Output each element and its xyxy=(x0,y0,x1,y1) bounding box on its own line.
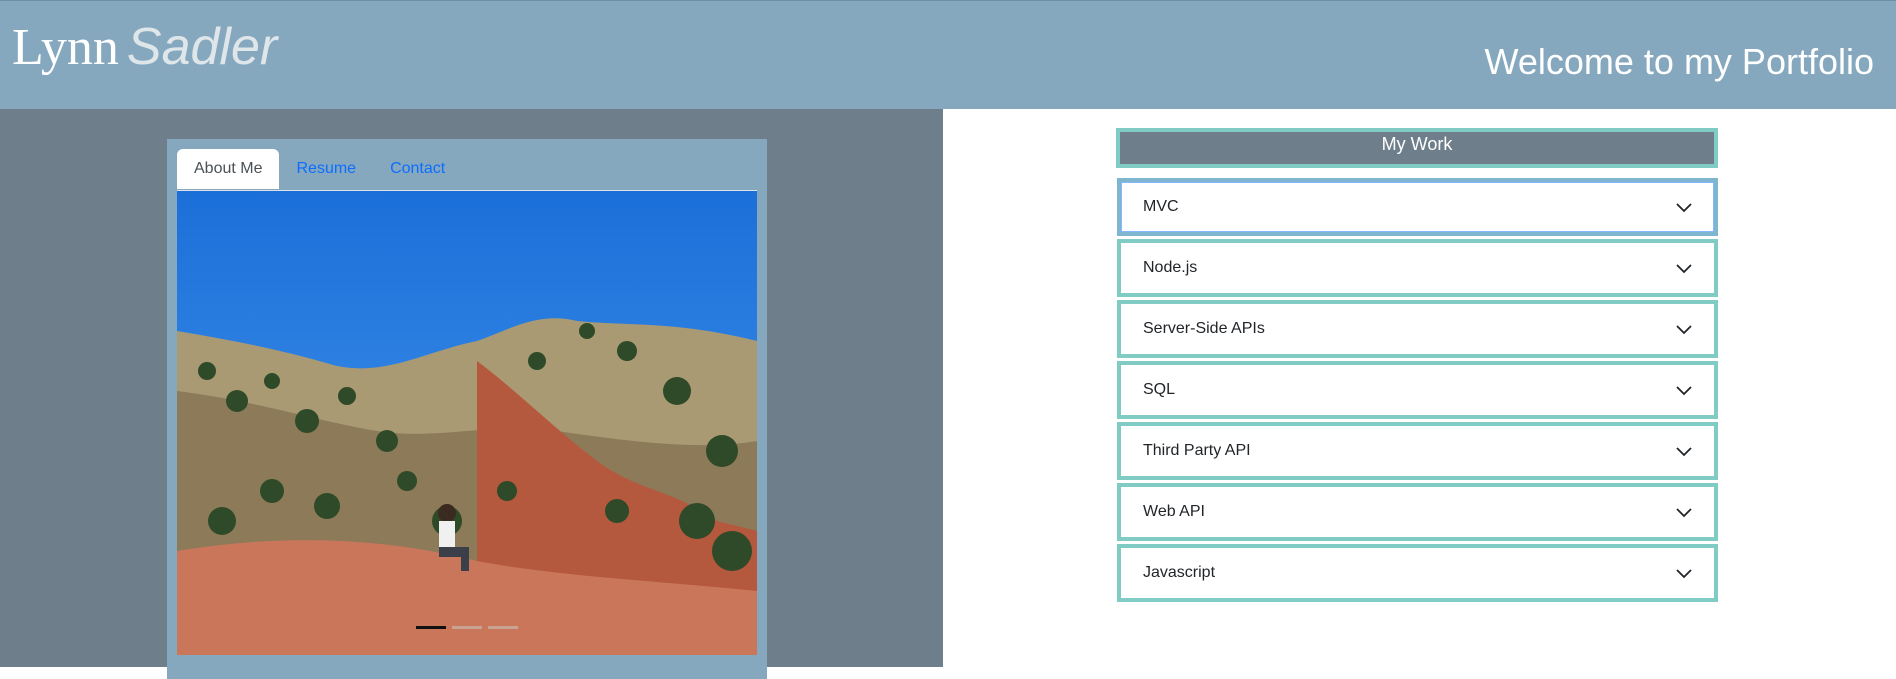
tab-contact[interactable]: Contact xyxy=(373,149,462,189)
accordion-label: Third Party API xyxy=(1143,442,1251,459)
carousel-indicator-1[interactable] xyxy=(416,626,446,629)
chevron-down-icon xyxy=(1676,325,1692,335)
welcome-heading: Welcome to my Portfolio xyxy=(1484,41,1874,82)
carousel-indicators xyxy=(177,626,757,629)
accordion-item-web-api[interactable]: Web API xyxy=(1117,483,1718,541)
chevron-down-icon xyxy=(1676,386,1692,396)
site-brand: Lynn Sadler xyxy=(12,17,277,77)
chevron-down-icon xyxy=(1676,264,1692,274)
accordion-label: Web API xyxy=(1143,503,1205,520)
carousel-indicator-2[interactable] xyxy=(452,626,482,629)
tab-card: About Me Resume Contact xyxy=(167,139,767,679)
brand-first-name: Lynn xyxy=(12,19,119,76)
tab-resume[interactable]: Resume xyxy=(279,149,373,189)
photo-carousel[interactable] xyxy=(177,191,757,655)
accordion-label: Javascript xyxy=(1143,564,1216,581)
accordion-label: Server-Side APIs xyxy=(1143,320,1265,337)
work-accordion: MVC Node.js Server-Side APIs SQL Third P… xyxy=(1117,178,1718,605)
chevron-down-icon xyxy=(1676,447,1692,457)
chevron-down-icon xyxy=(1676,569,1692,579)
accordion-item-mvc[interactable]: MVC xyxy=(1117,178,1718,236)
tab-about-me[interactable]: About Me xyxy=(177,149,280,189)
my-work-heading: My Work xyxy=(1116,128,1718,168)
left-pane: About Me Resume Contact xyxy=(0,109,943,679)
accordion-item-nodejs[interactable]: Node.js xyxy=(1117,239,1718,297)
accordion-label: Node.js xyxy=(1143,259,1198,276)
chevron-down-icon xyxy=(1676,203,1692,213)
tab-bar: About Me Resume Contact xyxy=(177,149,757,191)
accordion-item-server-side-apis[interactable]: Server-Side APIs xyxy=(1117,300,1718,358)
accordion-item-third-party-api[interactable]: Third Party API xyxy=(1117,422,1718,480)
site-header: Lynn Sadler Welcome to my Portfolio xyxy=(0,0,1896,109)
accordion-item-javascript[interactable]: Javascript xyxy=(1117,544,1718,602)
accordion-label: MVC xyxy=(1143,198,1179,215)
landscape-photo xyxy=(177,191,757,655)
accordion-label: SQL xyxy=(1143,381,1176,398)
brand-last-name: Sadler xyxy=(126,18,278,76)
accordion-item-sql[interactable]: SQL xyxy=(1117,361,1718,419)
chevron-down-icon xyxy=(1676,508,1692,518)
carousel-indicator-3[interactable] xyxy=(488,626,518,629)
